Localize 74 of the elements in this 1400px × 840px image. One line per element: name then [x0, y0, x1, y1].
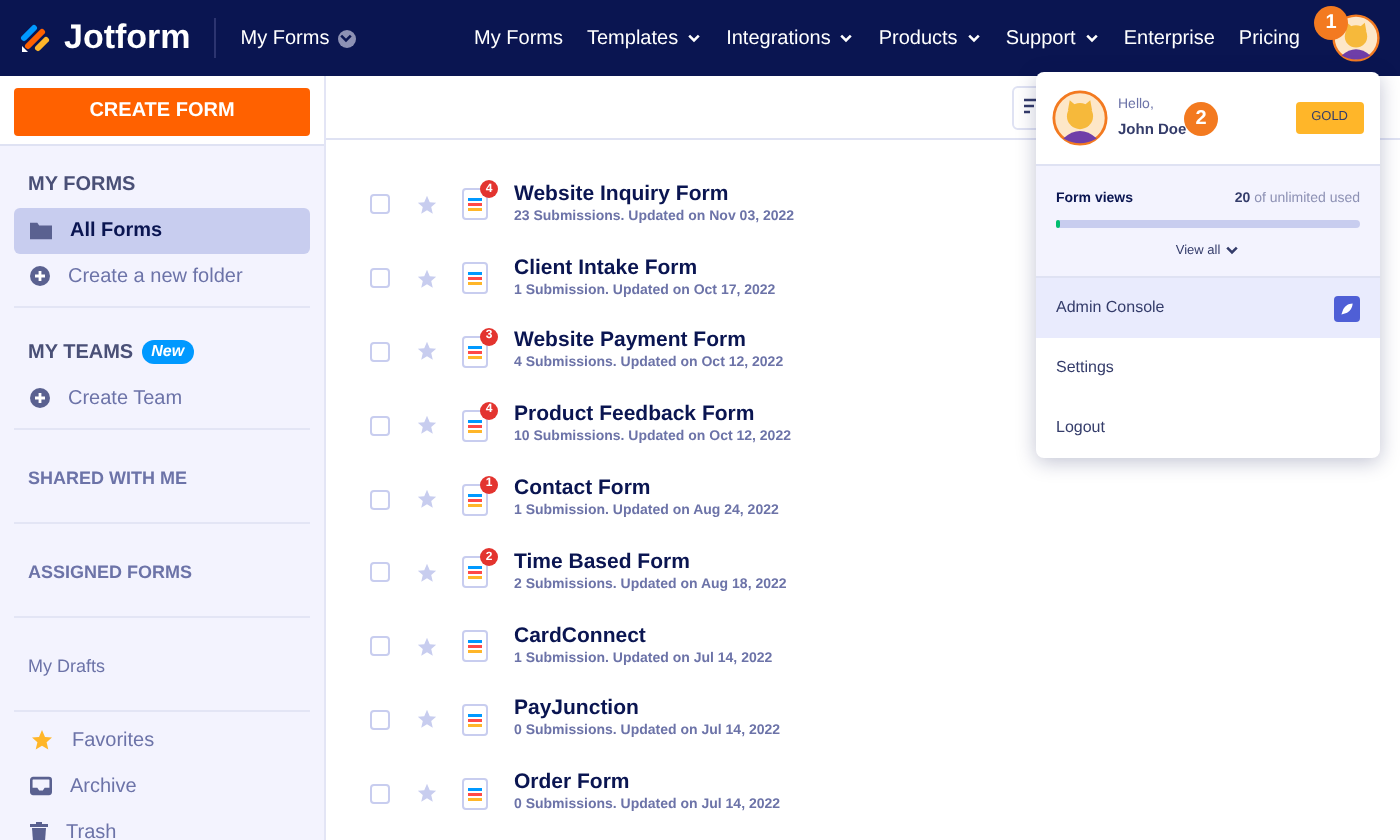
- form-icon: [462, 188, 488, 221]
- sidebar-item[interactable]: Archive: [14, 763, 310, 809]
- nav-link[interactable]: Templates: [587, 23, 703, 53]
- form-title[interactable]: CardConnect: [514, 623, 773, 650]
- star-icon[interactable]: [416, 561, 438, 584]
- star-icon[interactable]: [416, 635, 438, 658]
- form-title[interactable]: PayJunction: [514, 696, 781, 723]
- chevron-circle-icon: [337, 29, 356, 47]
- menu-item[interactable]: Settings: [1036, 338, 1380, 399]
- sidebar-link[interactable]: ASSIGNED FORMS: [28, 561, 193, 581]
- form-icon: [462, 409, 488, 442]
- chevron-down-icon: [1083, 30, 1100, 46]
- form-title[interactable]: Product Feedback Form: [514, 402, 791, 429]
- nav-link[interactable]: Integrations: [726, 23, 855, 53]
- checkbox[interactable]: [370, 783, 390, 804]
- sidebar-item[interactable]: Create Team: [14, 375, 310, 421]
- form-title[interactable]: Contact Form: [514, 476, 779, 503]
- form-icon: [462, 483, 488, 516]
- star-icon[interactable]: [416, 267, 438, 290]
- chevron-down-icon: [838, 30, 855, 46]
- section-heading: MY TEAMS: [28, 339, 134, 367]
- chevron-down-icon: [965, 30, 982, 46]
- avatar[interactable]: [1052, 90, 1108, 146]
- form-title[interactable]: Time Based Form: [514, 549, 787, 576]
- form-title[interactable]: Order Form: [514, 770, 781, 797]
- trash-icon: [30, 821, 48, 840]
- sidebar-item[interactable]: Create a new folder: [14, 253, 310, 299]
- plus-circle-icon: [30, 266, 50, 286]
- nav-link[interactable]: Products: [878, 23, 982, 53]
- sidebar-item[interactable]: Favorites: [14, 717, 310, 763]
- sidebar-item[interactable]: Trash: [14, 809, 310, 840]
- nav-link[interactable]: Support: [1005, 23, 1100, 53]
- logo-icon: [20, 22, 52, 54]
- star-icon: [30, 728, 54, 752]
- star-icon[interactable]: [416, 340, 438, 363]
- checkbox[interactable]: [370, 341, 390, 362]
- new-badge: New: [141, 340, 195, 364]
- checkbox[interactable]: [370, 562, 390, 583]
- nav-link[interactable]: Pricing: [1238, 23, 1300, 53]
- section-heading: MY FORMS: [28, 171, 136, 199]
- checkbox[interactable]: [370, 636, 390, 657]
- folder-icon: [30, 220, 52, 240]
- sidebar-item[interactable]: All Forms: [14, 207, 310, 253]
- form-icon: [462, 630, 488, 663]
- chevron-down-icon: [686, 30, 703, 46]
- sidebar-link[interactable]: SHARED WITH ME: [28, 467, 187, 487]
- checkbox[interactable]: [370, 268, 390, 289]
- menu-item[interactable]: Admin Console: [1036, 278, 1380, 339]
- checkbox[interactable]: [370, 194, 390, 215]
- star-icon[interactable]: [416, 414, 438, 437]
- chevron-down-icon: [1224, 242, 1241, 259]
- star-icon[interactable]: [416, 782, 438, 805]
- plus-circle-icon: [30, 388, 50, 408]
- sidebar-link[interactable]: My Drafts: [28, 655, 106, 675]
- inbox-icon: [30, 776, 52, 796]
- form-icon: [462, 703, 488, 736]
- workspace-menu[interactable]: My Forms: [240, 23, 356, 53]
- form-icon: [462, 335, 488, 368]
- logo-text[interactable]: Jotform: [64, 12, 191, 64]
- star-icon[interactable]: [416, 708, 438, 731]
- form-icon: [462, 556, 488, 589]
- checkbox[interactable]: [370, 415, 390, 436]
- form-icon: [462, 777, 488, 810]
- checkbox[interactable]: [370, 709, 390, 730]
- star-icon[interactable]: [416, 488, 438, 511]
- checkbox[interactable]: [370, 489, 390, 510]
- nav-link[interactable]: Enterprise: [1123, 23, 1215, 53]
- nav-link[interactable]: My Forms: [474, 23, 563, 53]
- star-icon[interactable]: [416, 193, 438, 216]
- form-title[interactable]: Client Intake Form: [514, 255, 776, 282]
- form-icon: [462, 262, 488, 295]
- form-title[interactable]: Website Payment Form: [514, 328, 784, 355]
- form-title[interactable]: Website Inquiry Form: [514, 181, 795, 208]
- menu-item[interactable]: Logout: [1036, 398, 1380, 459]
